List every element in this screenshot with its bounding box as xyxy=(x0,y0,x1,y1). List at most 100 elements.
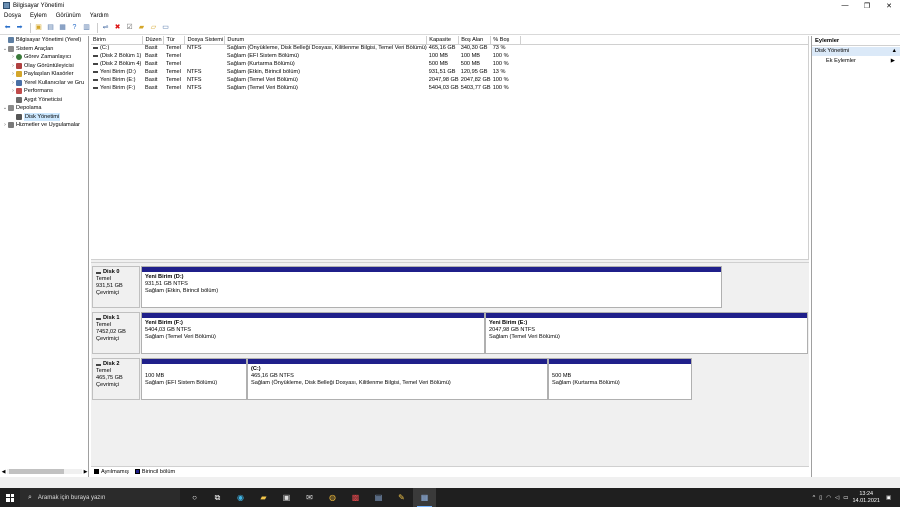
tree-item-performance[interactable]: › Performans xyxy=(0,87,88,96)
column-header[interactable]: Durum xyxy=(224,36,428,45)
remote-desktop-icon[interactable]: ▤ xyxy=(367,488,390,507)
column-header[interactable]: % Boş xyxy=(490,36,522,45)
scroll-right-icon[interactable]: ▶ xyxy=(82,469,88,475)
volume-type: Temel xyxy=(165,77,181,83)
volume-percent-free: 100 % xyxy=(492,85,509,91)
table-row[interactable]: (Disk 2 Bölüm 1) Basit Temel Sağlam (EFI… xyxy=(91,52,808,60)
partition-title: Yeni Birim (D:) xyxy=(145,274,184,280)
store-icon[interactable]: ▣ xyxy=(275,488,298,507)
console-tree-icon[interactable]: ▤ xyxy=(46,23,55,32)
volume-percent-free: 100 % xyxy=(492,77,509,83)
help-pane-icon[interactable]: ▥ xyxy=(82,23,91,32)
volume-icon xyxy=(93,70,98,73)
keyboard-icon[interactable]: ▭ xyxy=(843,495,848,501)
connect-icon[interactable]: ⇌ xyxy=(101,23,110,32)
column-header[interactable]: Düzen xyxy=(142,36,165,45)
tree-item-storage[interactable]: ⌄ Depolama xyxy=(0,104,88,113)
volume-type: Temel xyxy=(165,53,181,59)
computer-management-icon[interactable]: ▦ xyxy=(413,488,436,507)
volume-free-space: 100 MB xyxy=(460,53,480,59)
edge-icon[interactable]: ◉ xyxy=(229,488,252,507)
column-header[interactable]: Birim xyxy=(91,36,144,45)
disk-info[interactable]: Disk 2 Temel 465,75 GB Çevrimiçi xyxy=(92,358,140,400)
partition-title: (C:) xyxy=(251,366,261,372)
minimize-button[interactable]: — xyxy=(834,0,856,11)
tree-item-computer-management[interactable]: Bilgisayar Yönetimi (Yerel) xyxy=(0,36,88,45)
close-button[interactable]: ✕ xyxy=(878,0,900,11)
wifi-icon[interactable]: ◠ xyxy=(826,495,831,501)
taskbar-clock[interactable]: 13:24 14.01.2021 xyxy=(852,491,880,505)
partition[interactable]: 500 MB Sağlam (Kurtarma Bölümü) xyxy=(548,358,692,400)
task-view-icon[interactable]: ⧉ xyxy=(206,488,229,507)
tree-item-device-manager[interactable]: Aygıt Yöneticisi xyxy=(0,96,88,105)
forward-icon[interactable]: ➡ xyxy=(15,23,24,32)
notification-icon[interactable]: ▣ xyxy=(886,495,896,501)
volume-icon[interactable]: ◁ xyxy=(835,495,839,501)
properties-icon[interactable]: ▦ xyxy=(58,23,67,32)
table-row[interactable]: (C:) Basit Temel NTFS Sağlam (Önyükleme,… xyxy=(91,44,808,52)
column-header[interactable]: Kapasite xyxy=(426,36,460,45)
tree-item-local-users[interactable]: › Yerel Kullanıcılar ve Gru xyxy=(0,79,88,88)
legend-item-unallocated: Ayrılmamış xyxy=(94,469,129,475)
disk-info[interactable]: Disk 0 Temel 931,51 GB Çevrimiçi xyxy=(92,266,140,308)
new-folder-icon[interactable]: ▱ xyxy=(149,23,158,32)
partition[interactable]: Yeni Birim (F:) 5404,03 GB NTFS Sağlam (… xyxy=(141,312,485,354)
partition-status: Sağlam (Temel Veri Bölümü) xyxy=(145,334,216,340)
action-more-actions[interactable]: Ek Eylemler ▶ xyxy=(812,56,900,66)
volume-capacity: 465,16 GB xyxy=(428,45,456,52)
open-folder-icon[interactable]: ▰ xyxy=(137,23,146,32)
menu-dosya[interactable]: Dosya xyxy=(4,13,21,19)
partition[interactable]: Yeni Birim (E:) 2047,98 GB NTFS Sağlam (… xyxy=(485,312,808,354)
table-row[interactable]: Yeni Birim (E:) Basit Temel NTFS Sağlam … xyxy=(91,76,808,84)
file-explorer-icon[interactable]: ▰ xyxy=(252,488,275,507)
menu-eylem[interactable]: Eylem xyxy=(30,13,47,19)
maximize-button[interactable]: ❐ xyxy=(856,0,878,11)
table-row[interactable]: Yeni Birim (D:) Basit Temel NTFS Sağlam … xyxy=(91,68,808,76)
column-header[interactable]: Dosya Sistemi xyxy=(184,36,226,45)
tree-item-disk-management[interactable]: Disk Yönetimi xyxy=(0,112,88,121)
chrome-icon[interactable]: ◍ xyxy=(321,488,344,507)
actions-section-disk-management[interactable]: Disk Yönetimi ▲ xyxy=(812,47,900,56)
view-icon[interactable]: ▭ xyxy=(161,23,170,32)
column-header[interactable]: Boş Alan xyxy=(458,36,492,45)
menu-yardim[interactable]: Yardım xyxy=(90,13,109,19)
back-icon[interactable]: ⬅ xyxy=(3,23,12,32)
disk-name: Disk 0 xyxy=(96,269,136,276)
tree-item-system-tools[interactable]: ⌄ Sistem Araçları xyxy=(0,45,88,54)
help-icon[interactable]: ? xyxy=(70,23,79,32)
disk-type: Temel xyxy=(96,276,111,282)
scroll-left-icon[interactable]: ◀ xyxy=(0,469,7,475)
tree-horizontal-scrollbar[interactable]: ◀ ▶ xyxy=(0,468,88,475)
pencil-app-icon[interactable]: ✎ xyxy=(390,488,413,507)
delete-icon[interactable]: ✖ xyxy=(113,23,122,32)
network-icon[interactable]: ▯ xyxy=(819,495,822,501)
actions-pane: Eylemler Disk Yönetimi ▲ Ek Eylemler ▶ xyxy=(811,36,900,477)
performance-icon xyxy=(16,88,22,95)
taskbar-search[interactable]: ⌕ Aramak için buraya yazın xyxy=(20,488,180,507)
column-header[interactable]: Tür xyxy=(163,36,186,45)
tree-item-shared-folders[interactable]: › Paylaşılan Klasörler xyxy=(0,70,88,79)
checklist-icon[interactable]: ☑ xyxy=(125,23,134,32)
cortana-icon[interactable]: ○ xyxy=(183,488,206,507)
up-folder-icon[interactable]: ▣ xyxy=(34,23,43,32)
scroll-track[interactable] xyxy=(7,469,82,474)
partition[interactable]: 100 MB Sağlam (EFI Sistem Bölümü) xyxy=(141,358,247,400)
start-button[interactable] xyxy=(0,488,20,507)
partition-title: Yeni Birim (E:) xyxy=(489,320,528,326)
partition[interactable]: Yeni Birim (D:) 931,51 GB NTFS Sağlam (E… xyxy=(141,266,722,308)
scroll-thumb[interactable] xyxy=(9,469,64,474)
table-row[interactable]: (Disk 2 Bölüm 4) Basit Temel Sağlam (Kur… xyxy=(91,60,808,68)
mail-icon[interactable]: ✉ xyxy=(298,488,321,507)
disk-info[interactable]: Disk 1 Temel 7452,02 GB Çevrimiçi xyxy=(92,312,140,354)
tray-chevron-icon[interactable]: ^ xyxy=(813,495,816,501)
table-row[interactable]: Yeni Birim (F:) Basit Temel NTFS Sağlam … xyxy=(91,84,808,92)
action-label: Ek Eylemler xyxy=(826,58,856,64)
tree-item-services-apps[interactable]: › Hizmetler ve Uygulamalar xyxy=(0,121,88,130)
menu-gorunum[interactable]: Görünüm xyxy=(56,13,81,19)
collapse-up-icon[interactable]: ▲ xyxy=(891,47,897,56)
tree-item-task-scheduler[interactable]: › Görev Zamanlayıcı xyxy=(0,53,88,62)
outlook-icon[interactable]: ▩ xyxy=(344,488,367,507)
tree-item-event-viewer[interactable]: › Olay Görüntüleyicisi xyxy=(0,62,88,71)
partition[interactable]: (C:) 465,16 GB NTFS Sağlam (Önyükleme, D… xyxy=(247,358,548,400)
volume-status: Sağlam (Temel Veri Bölümü) xyxy=(226,85,298,91)
